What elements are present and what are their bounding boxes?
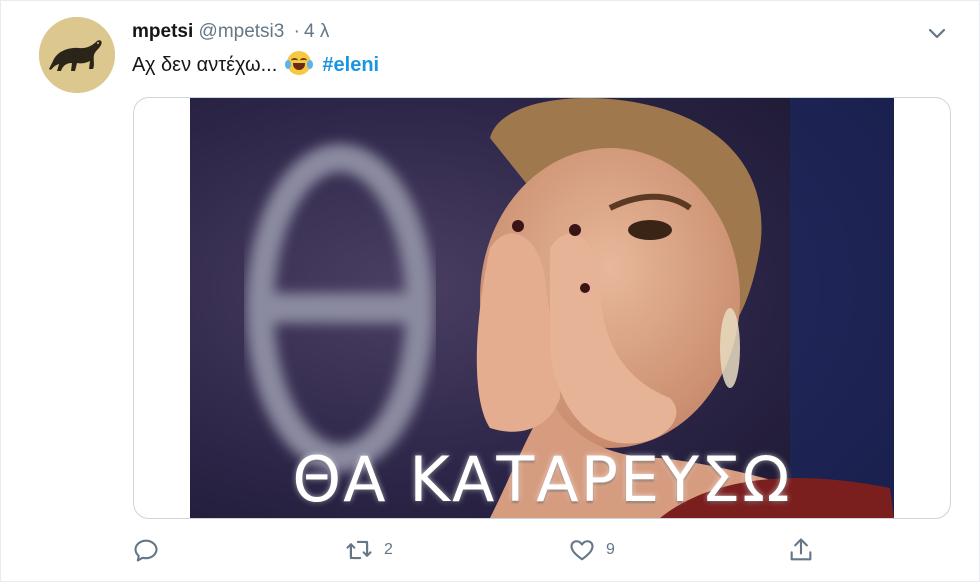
tweet-card: mpetsi @mpetsi3 · 4 λ Αχ δεν αντέχω... #e… <box>0 0 980 582</box>
share-icon <box>790 538 812 561</box>
retweet-count: 2 <box>384 541 393 558</box>
tweet-actions: 2 9 <box>132 533 832 567</box>
like-button[interactable]: 9 <box>568 533 615 567</box>
tweet-body: Αχ δεν αντέχω... <box>132 54 278 76</box>
avatar[interactable] <box>39 17 115 93</box>
reply-icon <box>134 539 158 562</box>
share-button[interactable] <box>787 533 815 567</box>
tweet-text: Αχ δεν αντέχω... #eleni <box>132 51 379 79</box>
like-count: 9 <box>606 541 615 558</box>
heart-icon <box>570 540 594 561</box>
reply-button[interactable] <box>132 533 170 567</box>
media-caption: ΘΑ ΚΑΤΑΡΕΥΣΩ <box>292 443 792 516</box>
retweet-icon <box>346 540 372 560</box>
separator-dot: · <box>293 21 300 42</box>
panther-icon <box>39 17 115 93</box>
tears-of-joy-emoji-icon <box>284 51 313 75</box>
display-name[interactable]: mpetsi <box>132 21 193 42</box>
user-handle[interactable]: @mpetsi3 <box>199 21 285 42</box>
retweet-button[interactable]: 2 <box>344 533 393 567</box>
hashtag-link[interactable]: #eleni <box>322 54 379 76</box>
chevron-down-icon[interactable] <box>925 21 949 45</box>
media-card[interactable]: ΘΑ ΚΑΤΑΡΕΥΣΩ <box>133 97 951 519</box>
timestamp[interactable]: 4 λ <box>304 21 329 42</box>
media-image[interactable]: ΘΑ ΚΑΤΑΡΕΥΣΩ <box>190 98 894 518</box>
tweet-header: mpetsi @mpetsi3 · 4 λ <box>132 19 329 45</box>
